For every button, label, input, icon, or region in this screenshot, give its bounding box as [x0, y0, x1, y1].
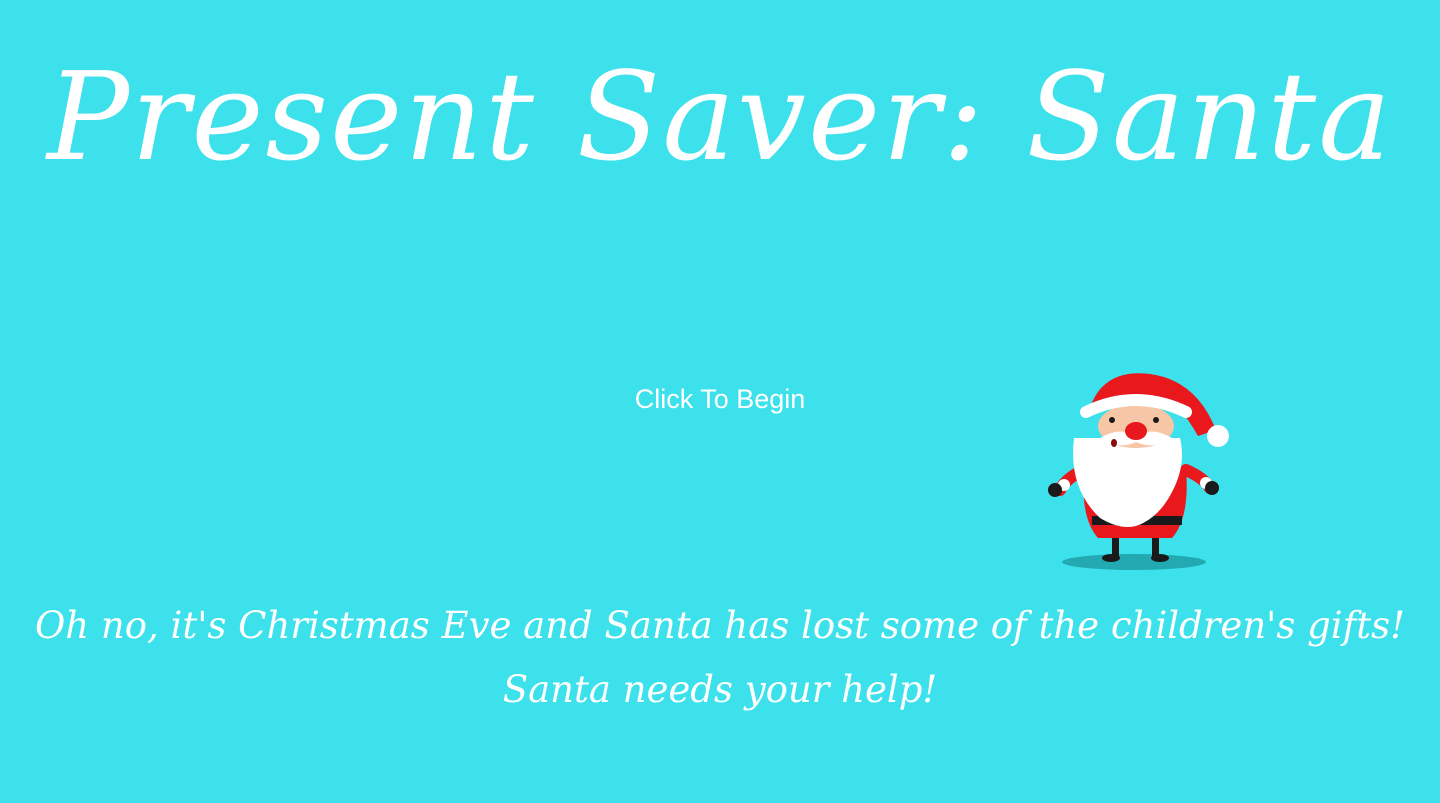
story-line-2: Santa needs your help!	[502, 668, 938, 711]
story-text: Oh no, it's Christmas Eve and Santa has …	[0, 594, 1440, 722]
story-line-1: Oh no, it's Christmas Eve and Santa has …	[34, 604, 1406, 647]
page-title: Present Saver: Santa	[46, 46, 1394, 188]
santa-claus-icon	[1048, 373, 1229, 570]
begin-button[interactable]: Click To Begin	[600, 376, 840, 422]
